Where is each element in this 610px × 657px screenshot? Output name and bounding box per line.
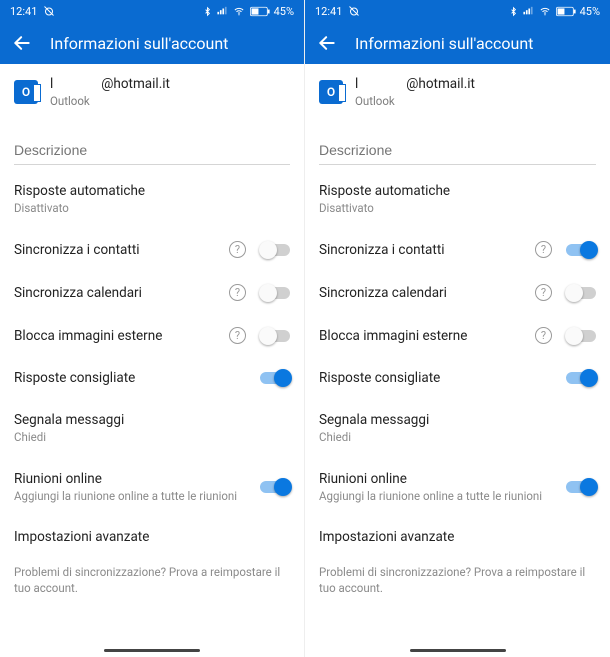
wifi-icon [538,6,552,17]
suggested-replies-toggle[interactable] [566,372,596,384]
page-title: Informazioni sull'account [50,34,228,53]
row-sync-calendar: Sincronizza calendari ? [0,270,304,313]
row-block-images: Blocca immagini esterne ? [0,313,304,356]
signal-icon [216,6,228,16]
app-bar: Informazioni sull'account [0,22,304,64]
page-title: Informazioni sull'account [355,34,533,53]
row-online-meetings: Riunioni online Aggiungi la riunione onl… [305,457,610,515]
status-bar: 12:41 45% [0,0,304,22]
app-bar: Informazioni sull'account [305,22,610,64]
outlook-icon: O [14,80,38,104]
online-meetings-toggle[interactable] [566,481,596,493]
sync-calendar-toggle[interactable] [566,287,596,299]
alarm-off-icon [43,5,55,17]
row-sync-contacts: Sincronizza i contatti ? [305,227,610,270]
suggested-replies-toggle[interactable] [260,372,290,384]
battery-percentage: 45% [580,5,600,18]
description-input[interactable] [14,138,290,165]
row-advanced-settings[interactable]: Impostazioni avanzate [305,515,610,557]
online-meetings-toggle[interactable] [260,481,290,493]
help-icon[interactable]: ? [229,284,246,301]
phone-screen: 12:41 45% Informazioni sull'account O l [0,0,305,657]
block-images-toggle[interactable] [566,330,596,342]
row-report-messages[interactable]: Segnala messaggi Chiedi [305,398,610,456]
help-icon[interactable]: ? [535,241,552,258]
help-icon[interactable]: ? [535,327,552,344]
status-bar: 12:41 45% [305,0,610,22]
home-indicator[interactable] [104,649,200,652]
row-auto-replies[interactable]: Risposte automatiche Disattivato [305,169,610,227]
battery-icon [556,6,576,17]
account-email: l @hotmail.it [50,76,170,92]
sync-troubleshoot-text: Problemi di sincronizzazione? Prova a re… [0,557,304,596]
signal-icon [522,6,534,16]
account-provider: Outlook [355,94,475,108]
sync-troubleshoot-text: Problemi di sincronizzazione? Prova a re… [305,557,610,596]
row-online-meetings: Riunioni online Aggiungi la riunione onl… [0,457,304,515]
bluetooth-icon [203,6,212,17]
row-sync-contacts: Sincronizza i contatti ? [0,227,304,270]
alarm-off-icon [348,5,360,17]
account-provider: Outlook [50,94,170,108]
row-advanced-settings[interactable]: Impostazioni avanzate [0,515,304,557]
battery-percentage: 45% [274,5,294,18]
sync-contacts-toggle[interactable] [566,244,596,256]
row-suggested-replies: Risposte consigliate [305,356,610,398]
redacted-block [358,78,406,90]
sync-contacts-toggle[interactable] [260,244,290,256]
help-icon[interactable]: ? [229,241,246,258]
bluetooth-icon [509,6,518,17]
status-time: 12:41 [10,5,37,18]
help-icon[interactable]: ? [229,327,246,344]
outlook-icon: O [319,80,343,104]
row-report-messages[interactable]: Segnala messaggi Chiedi [0,398,304,456]
row-auto-replies[interactable]: Risposte automatiche Disattivato [0,169,304,227]
battery-icon [250,6,270,17]
row-suggested-replies: Risposte consigliate [0,356,304,398]
block-images-toggle[interactable] [260,330,290,342]
status-time: 12:41 [315,5,342,18]
back-icon[interactable] [317,33,337,53]
help-icon[interactable]: ? [535,284,552,301]
account-email: l @hotmail.it [355,76,475,92]
account-row[interactable]: O l @hotmail.it Outlook [0,64,304,118]
redacted-block [53,78,101,90]
row-block-images: Blocca immagini esterne ? [305,313,610,356]
wifi-icon [232,6,246,17]
account-row[interactable]: O l @hotmail.it Outlook [305,64,610,118]
home-indicator[interactable] [410,649,506,652]
row-sync-calendar: Sincronizza calendari ? [305,270,610,313]
sync-calendar-toggle[interactable] [260,287,290,299]
description-input[interactable] [319,138,596,165]
back-icon[interactable] [12,33,32,53]
phone-screen: 12:41 45% Informazioni sull'account O l [305,0,610,657]
